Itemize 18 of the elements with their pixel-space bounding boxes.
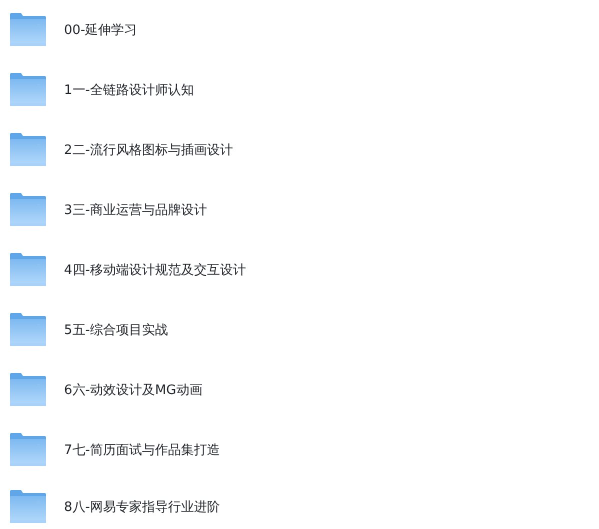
folder-name[interactable]: 6六-动效设计及MG动画 (64, 381, 202, 399)
folder-name[interactable]: 1一-全链路设计师认知 (64, 81, 194, 99)
folder-name[interactable]: 7七-简历面试与作品集打造 (64, 441, 220, 459)
folder-icon (10, 253, 46, 287)
folder-icon (10, 73, 46, 107)
folder-icon (10, 13, 46, 47)
folder-icon (10, 433, 46, 467)
folder-name[interactable]: 2二-流行风格图标与插画设计 (64, 141, 233, 159)
folder-icon (10, 373, 46, 407)
folder-icon (10, 133, 46, 167)
folder-name[interactable]: 3三-商业运营与品牌设计 (64, 201, 207, 219)
folder-icon (10, 313, 46, 347)
folder-name[interactable]: 8八-网易专家指导行业进阶 (64, 498, 220, 516)
folder-name[interactable]: 5五-综合项目实战 (64, 321, 168, 339)
folder-icon (10, 490, 46, 524)
folder-name[interactable]: 4四-移动端设计规范及交互设计 (64, 261, 246, 279)
folder-name[interactable]: 00-延伸学习 (64, 21, 138, 39)
folder-icon (10, 193, 46, 227)
